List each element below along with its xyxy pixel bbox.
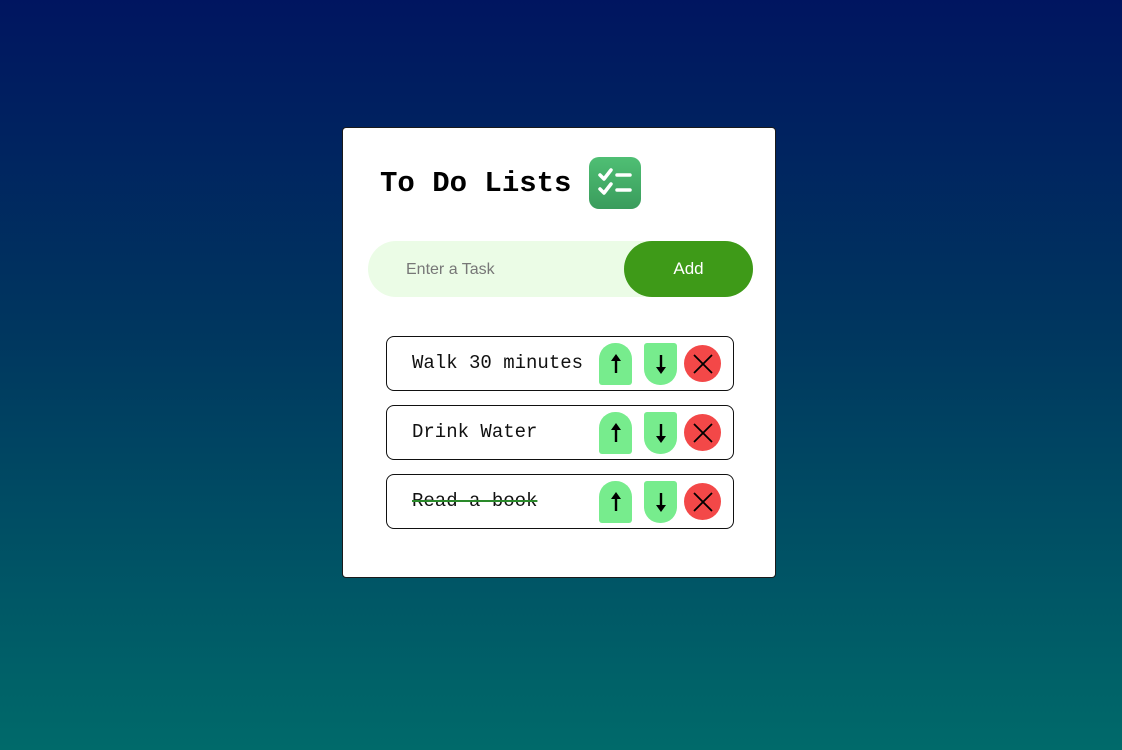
list-item: Drink Water (386, 405, 734, 460)
delete-button[interactable] (684, 483, 721, 520)
arrow-down-icon (655, 355, 666, 374)
header: To Do Lists (380, 157, 642, 209)
delete-button[interactable] (684, 345, 721, 382)
task-text-completed[interactable]: Read a book (412, 475, 537, 528)
task-input-row: Add (368, 241, 753, 299)
close-icon (692, 422, 713, 443)
move-down-button[interactable] (644, 481, 677, 523)
page-title: To Do Lists (380, 166, 572, 200)
move-up-button[interactable] (599, 412, 632, 454)
list-item: Read a book (386, 474, 734, 529)
move-down-button[interactable] (644, 412, 677, 454)
add-button[interactable]: Add (624, 241, 753, 297)
move-down-button[interactable] (644, 343, 677, 385)
move-up-button[interactable] (599, 343, 632, 385)
arrow-down-icon (655, 493, 666, 512)
close-icon (692, 491, 713, 512)
list-item: Walk 30 minutes (386, 336, 734, 391)
arrow-up-icon (610, 354, 621, 373)
delete-button[interactable] (684, 414, 721, 451)
close-icon (692, 353, 713, 374)
arrow-down-icon (655, 424, 666, 443)
move-up-button[interactable] (599, 481, 632, 523)
todo-card: To Do Lists Add Walk 30 minutes Drink Wa… (342, 127, 776, 578)
task-input[interactable] (404, 241, 618, 299)
arrow-up-icon (610, 492, 621, 511)
arrow-up-icon (610, 423, 621, 442)
task-text[interactable]: Drink Water (412, 406, 537, 459)
checklist-icon (589, 157, 642, 209)
task-text[interactable]: Walk 30 minutes (412, 337, 583, 390)
